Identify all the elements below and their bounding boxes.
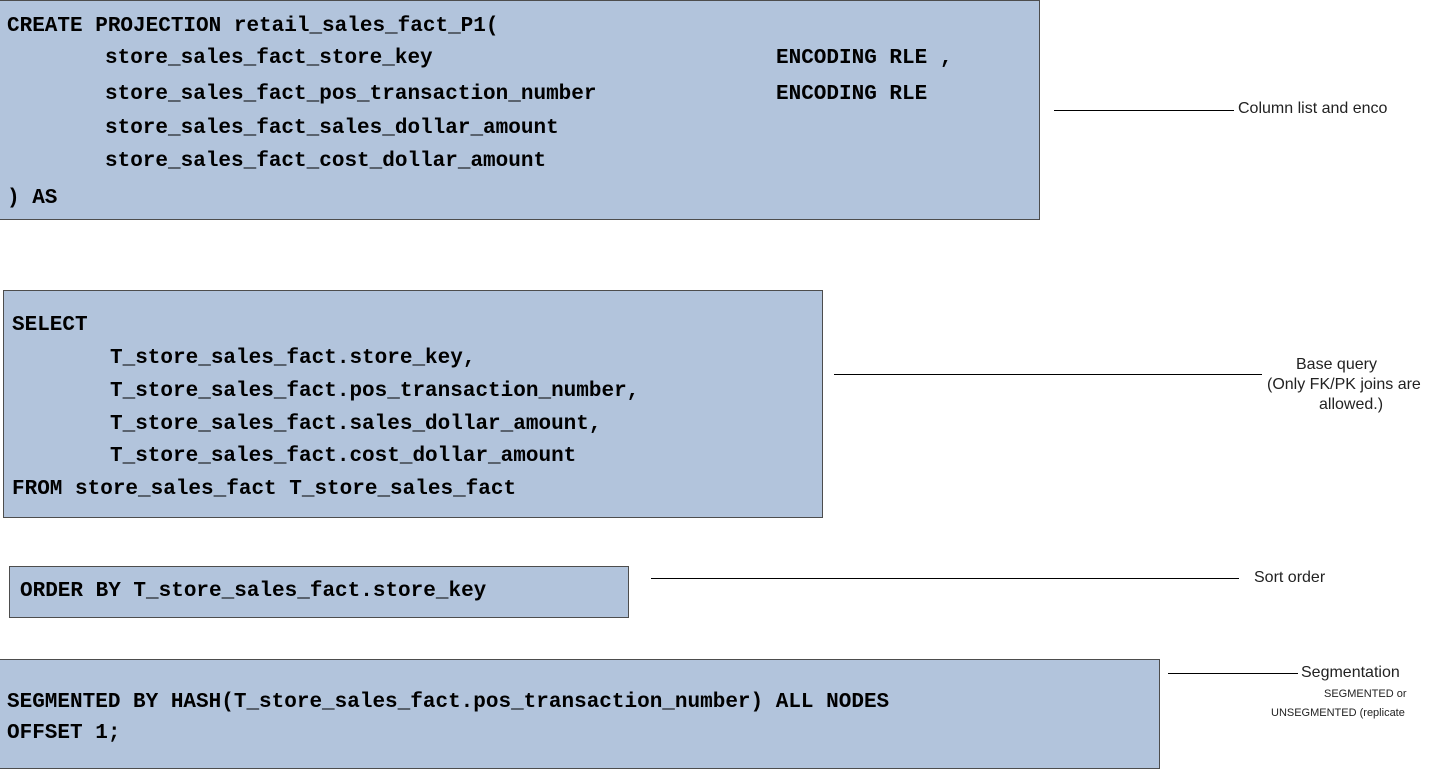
segmentation-box: SEGMENTED BY HASH(T_store_sales_fact.pos…	[0, 659, 1160, 769]
offset-line: OFFSET 1;	[7, 722, 121, 745]
column-pos-transaction-number-encoding: ENCODING RLE	[776, 83, 928, 106]
create-projection-line: CREATE PROJECTION retail_sales_fact_P1(	[7, 15, 499, 38]
select-sales-dollar-amount: T_store_sales_fact.sales_dollar_amount,	[110, 413, 602, 436]
segmentation-label: Segmentation	[1301, 664, 1400, 681]
column-store-key: store_sales_fact_store_key	[105, 47, 433, 70]
order-by-line: ORDER BY T_store_sales_fact.store_key	[20, 580, 487, 603]
segmentation-connector	[1168, 673, 1298, 674]
base-query-note-line2: allowed.)	[1319, 396, 1384, 413]
column-list-label: Column list and enco	[1238, 100, 1388, 117]
column-store-key-encoding: ENCODING RLE ,	[776, 47, 953, 70]
base-query-box: SELECT T_store_sales_fact.store_key, T_s…	[3, 290, 823, 518]
column-pos-transaction-number: store_sales_fact_pos_transaction_number	[105, 83, 597, 106]
segmentation-note-line2: UNSEGMENTED (replicate	[1271, 707, 1405, 719]
projection-closing-line: ) AS	[7, 187, 58, 210]
select-keyword-line: SELECT	[12, 314, 88, 337]
base-query-label: Base query	[1296, 356, 1377, 373]
projection-definition-box: CREATE PROJECTION retail_sales_fact_P1( …	[0, 0, 1040, 220]
sort-order-connector	[651, 578, 1239, 579]
sort-order-label: Sort order	[1254, 569, 1326, 586]
segmented-by-line: SEGMENTED BY HASH(T_store_sales_fact.pos…	[7, 691, 890, 714]
column-cost-dollar-amount: store_sales_fact_cost_dollar_amount	[105, 150, 547, 173]
sort-order-box: ORDER BY T_store_sales_fact.store_key	[9, 566, 629, 618]
select-pos-transaction-number: T_store_sales_fact.pos_transaction_numbe…	[110, 380, 640, 403]
select-cost-dollar-amount: T_store_sales_fact.cost_dollar_amount	[110, 445, 577, 468]
from-clause-line: FROM store_sales_fact T_store_sales_fact	[12, 478, 517, 501]
select-store-key: T_store_sales_fact.store_key,	[110, 347, 476, 370]
segmentation-note-line1: SEGMENTED or	[1324, 688, 1407, 700]
base-query-note-line1: (Only FK/PK joins are	[1267, 376, 1421, 393]
base-query-connector	[834, 374, 1262, 375]
column-sales-dollar-amount: store_sales_fact_sales_dollar_amount	[105, 117, 559, 140]
column-list-connector	[1054, 110, 1234, 111]
